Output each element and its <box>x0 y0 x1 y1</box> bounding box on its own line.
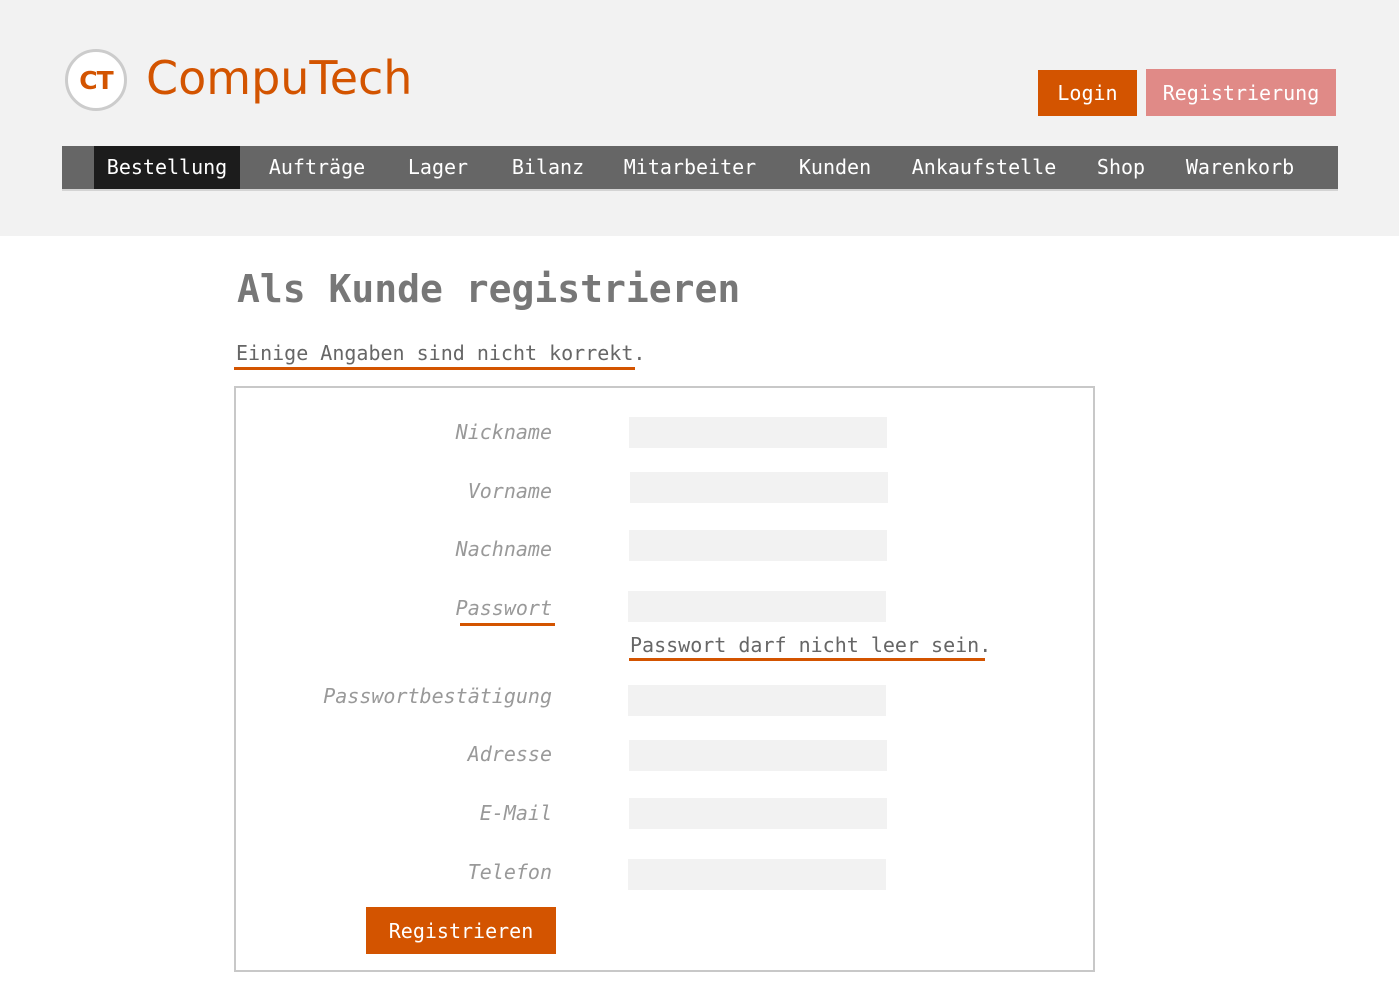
vorname-label: Vorname <box>467 479 552 503</box>
nickname-input[interactable] <box>629 417 887 448</box>
brand-name[interactable]: CompuTech <box>146 50 412 106</box>
logo[interactable]: CT <box>65 49 127 111</box>
passwortbestaetigung-input[interactable] <box>628 685 886 716</box>
passwort-label: Passwort <box>455 596 552 620</box>
passwort-label-underline <box>460 623 555 626</box>
passwort-input[interactable] <box>628 591 886 622</box>
nav-item-warenkorb[interactable]: Warenkorb <box>1176 146 1304 189</box>
main-nav: Bestellung Aufträge Lager Bilanz Mitarbe… <box>62 146 1338 191</box>
telefon-label: Telefon <box>467 860 552 884</box>
login-button[interactable]: Login <box>1038 70 1137 116</box>
nav-item-lager[interactable]: Lager <box>392 146 484 189</box>
nav-item-auftraege[interactable]: Aufträge <box>258 146 376 189</box>
page-header: CT CompuTech Login Registrierung Bestell… <box>0 0 1399 236</box>
register-submit-button[interactable]: Registrieren <box>366 907 556 954</box>
passwort-error-underline <box>629 658 985 661</box>
nav-item-ankaufstelle[interactable]: Ankaufstelle <box>902 146 1066 189</box>
registration-button[interactable]: Registrierung <box>1146 69 1336 116</box>
nickname-label: Nickname <box>455 420 552 444</box>
nav-item-shop[interactable]: Shop <box>1084 146 1158 189</box>
adresse-input[interactable] <box>629 740 887 771</box>
nav-item-bestellung[interactable]: Bestellung <box>94 146 240 189</box>
adresse-label: Adresse <box>467 742 552 766</box>
nachname-label: Nachname <box>455 537 552 561</box>
nav-item-bilanz[interactable]: Bilanz <box>500 146 596 189</box>
page-title: Als Kunde registrieren <box>237 267 741 311</box>
telefon-input[interactable] <box>628 859 886 890</box>
email-input[interactable] <box>629 798 887 829</box>
email-label: E-Mail <box>479 801 552 825</box>
logo-text: CT <box>79 65 113 95</box>
passwort-error: Passwort darf nicht leer sein. <box>630 633 992 657</box>
error-summary: Einige Angaben sind nicht korrekt. <box>236 341 646 365</box>
vorname-input[interactable] <box>630 472 888 503</box>
error-summary-underline <box>234 367 635 370</box>
nav-item-mitarbeiter[interactable]: Mitarbeiter <box>614 146 766 189</box>
nav-item-kunden[interactable]: Kunden <box>786 146 884 189</box>
passwortbestaetigung-label: Passwortbestätigung <box>323 684 552 708</box>
nachname-input[interactable] <box>629 530 887 561</box>
